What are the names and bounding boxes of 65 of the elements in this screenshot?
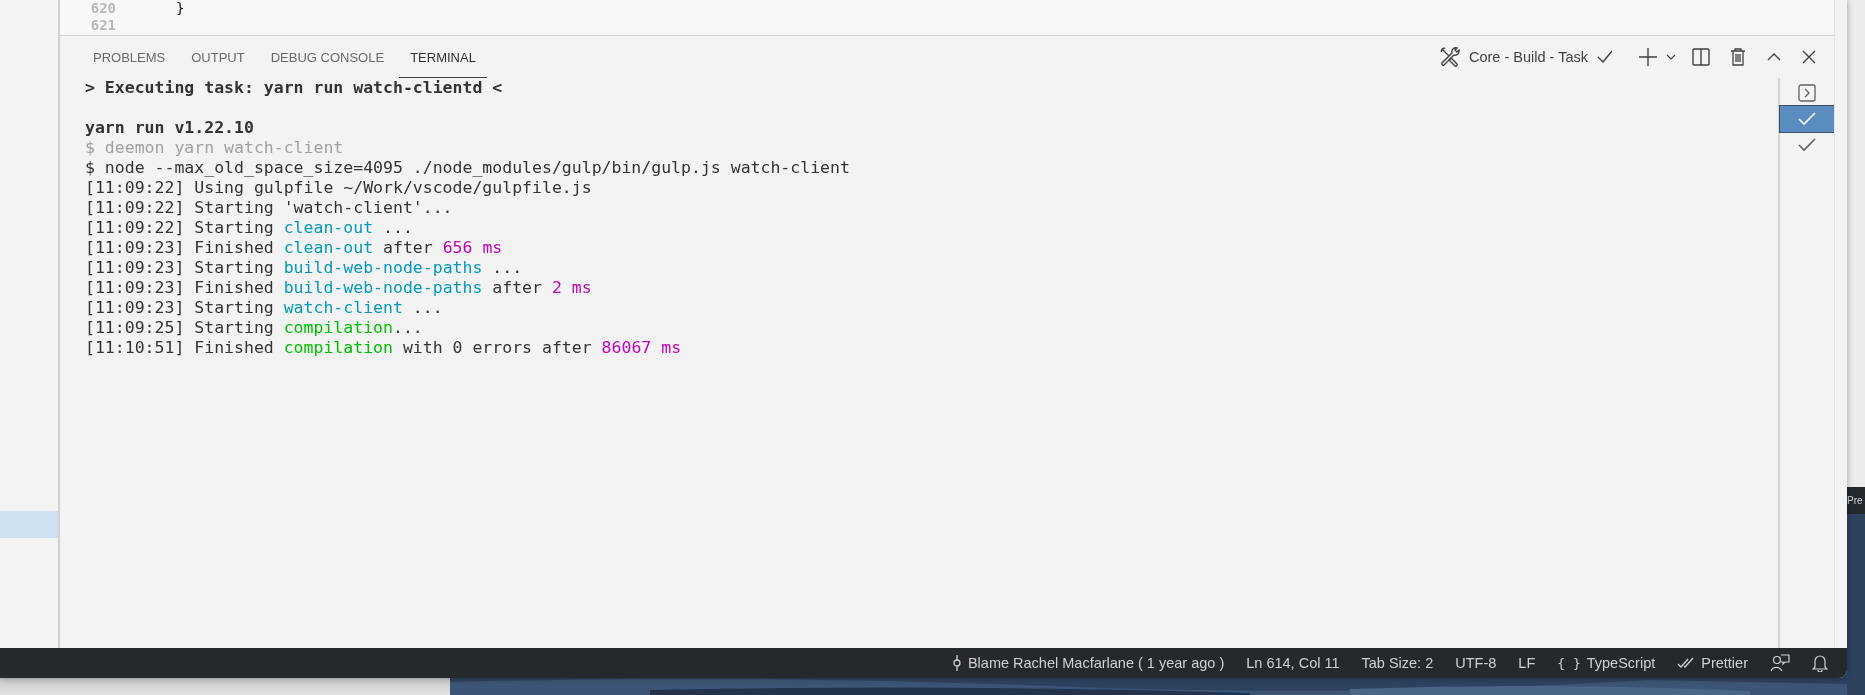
panel-tab[interactable]: PROBLEMS xyxy=(82,36,177,78)
chevron-up-icon xyxy=(1766,52,1782,62)
double-check-icon xyxy=(1677,657,1696,669)
terminal-text: [11:09:23] Starting xyxy=(85,258,275,277)
terminal-text: clean-out xyxy=(283,238,374,257)
commit-icon xyxy=(951,654,962,672)
line-number: 621 xyxy=(89,17,116,34)
check-icon xyxy=(1797,137,1817,153)
terminal-text: compilation xyxy=(283,318,393,337)
terminal-text: build-web-node-paths xyxy=(283,258,483,277)
terminal-text: 86067 ms xyxy=(601,338,682,357)
terminal-text: [11:09:23] Finished xyxy=(85,278,275,297)
terminal-text: $ node --max_old_space_size=4095 ./node_modules/gulp/bin/gulp.js watch-client xyxy=(85,158,850,177)
terminal-text: ... xyxy=(411,298,443,317)
language-text: TypeScript xyxy=(1586,655,1656,671)
trash-icon xyxy=(1730,48,1746,66)
formatter-status[interactable]: Prettier xyxy=(1668,653,1757,673)
terminal-text: [11:10:51] Finished xyxy=(85,338,275,357)
code-line: } xyxy=(176,0,185,17)
plus-icon xyxy=(1638,47,1658,67)
status-text: Pre xyxy=(1847,495,1863,506)
terminal-text: [11:09:22] Using gulpfile ~/Work/vscode/gulpfile.js xyxy=(85,178,592,197)
panel-tab[interactable]: TERMINAL xyxy=(399,36,487,78)
terminal-text: with 0 errors after xyxy=(401,338,593,357)
terminal-text: ... xyxy=(491,258,523,277)
close-icon xyxy=(1802,50,1816,64)
terminal-text: [11:09:23] Finished xyxy=(85,238,275,257)
blame-status[interactable]: Blame Rachel Macfarlane ( 1 year ago ) xyxy=(942,652,1234,674)
terminal-text: [11:09:22] Starting 'watch-client'... xyxy=(85,198,453,217)
blame-text: Blame Rachel Macfarlane ( 1 year ago ) xyxy=(967,655,1225,671)
bell-icon xyxy=(1812,654,1828,672)
terminal-text: 2 ms xyxy=(551,278,592,297)
task-name[interactable]: Core - Build - Task xyxy=(1469,49,1588,65)
terminal-text: compilation xyxy=(283,338,393,357)
terminal-text: build-web-node-paths xyxy=(283,278,483,297)
terminal-text: after xyxy=(382,238,434,257)
terminal-text: yarn run v1.22.10 xyxy=(85,118,254,137)
split-icon xyxy=(1692,48,1710,66)
terminal-text: ... xyxy=(392,318,423,337)
terminal-text: ... xyxy=(382,218,413,237)
terminal-text: > Executing task: yarn run watch-clientd < xyxy=(85,78,503,97)
check-icon xyxy=(1797,111,1817,127)
line-number: 620 xyxy=(89,0,116,17)
check-icon xyxy=(1596,49,1614,65)
terminal-icon xyxy=(1798,84,1816,102)
terminal-text: clean-out xyxy=(283,218,374,237)
status-item[interactable]: LF xyxy=(1509,653,1545,673)
braces-glyph: { } xyxy=(1557,655,1581,671)
formatter-text: Prettier xyxy=(1701,655,1748,671)
feedback-icon xyxy=(1770,654,1790,672)
panel-tab[interactable]: OUTPUT xyxy=(180,36,256,78)
status-item[interactable]: Ln 614, Col 11 xyxy=(1237,653,1349,673)
tools-icon xyxy=(1439,46,1461,68)
status-item[interactable]: Tab Size: 2 xyxy=(1352,653,1443,673)
terminal-text: after xyxy=(491,278,543,297)
terminal-text: [11:09:25] Starting xyxy=(85,318,275,337)
panel-tab[interactable]: DEBUG CONSOLE xyxy=(259,36,396,78)
language-status[interactable]: { } TypeScript xyxy=(1548,653,1665,673)
status-item[interactable]: UTF-8 xyxy=(1446,653,1506,673)
terminal-text: [11:09:23] Starting xyxy=(85,298,275,317)
terminal-text: 656 ms xyxy=(442,238,503,257)
terminal-text: $ deemon yarn watch-client xyxy=(85,138,344,157)
terminal-text: [11:09:22] Starting xyxy=(85,218,275,237)
chevron-down-icon xyxy=(1666,53,1676,61)
terminal-text: watch-client xyxy=(283,298,403,317)
